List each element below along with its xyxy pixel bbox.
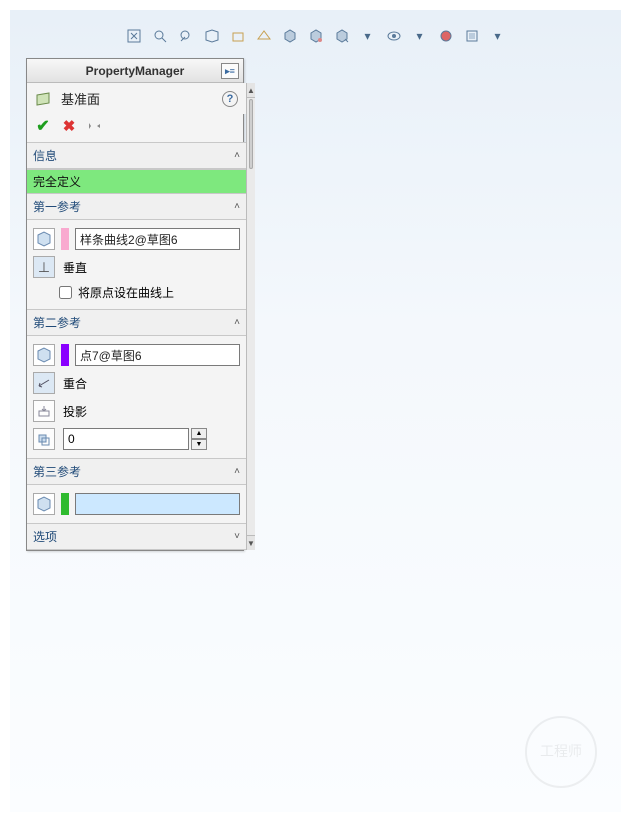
watermark: 工程师	[525, 716, 597, 788]
section-ref1-body: ⊥ 垂直 将原点设在曲线上	[27, 220, 246, 309]
zoom-area-icon[interactable]	[150, 26, 170, 46]
action-row: ✔ ✖	[27, 114, 246, 142]
origin-on-curve-checkbox[interactable]	[59, 286, 72, 299]
panel-scrollbar[interactable]: ▲ ▼	[246, 83, 255, 550]
ref2-constraint1-label: 重合	[63, 375, 87, 392]
section-ref3-header[interactable]: 第三参考˄	[27, 458, 246, 485]
cube2-icon[interactable]	[306, 26, 326, 46]
ref1-color-swatch	[61, 228, 69, 250]
hide-show-icon[interactable]	[384, 26, 404, 46]
section-ref2-body: 重合 投影 ▲ ▼	[27, 336, 246, 458]
section-info-header[interactable]: 信息˄	[27, 142, 246, 169]
ref2-input[interactable]	[75, 344, 240, 366]
cube3-icon[interactable]	[332, 26, 352, 46]
property-manager-panel: PropertyManager ▸≡ 基准面 ? ✔ ✖ 信息˄ 完全定义	[26, 58, 244, 551]
feature-name: 基准面	[61, 89, 100, 108]
offset-input[interactable]	[63, 428, 189, 450]
view-orient-icon[interactable]	[228, 26, 248, 46]
pin-button[interactable]	[87, 118, 103, 134]
heads-up-toolbar: ▾ ▾ ▾	[10, 24, 621, 52]
status-fully-defined: 完全定义	[27, 169, 246, 193]
ref3-color-swatch	[61, 493, 69, 515]
ref2-color-swatch	[61, 344, 69, 366]
viewport[interactable]: ▾ ▾ ▾ PropertyManager ▸≡ 基准面 ? ✔ ✖	[10, 10, 621, 812]
pm-title-bar: PropertyManager ▸≡	[27, 59, 243, 83]
appearance-icon[interactable]	[436, 26, 456, 46]
prev-view-icon[interactable]	[176, 26, 196, 46]
scene-icon[interactable]	[462, 26, 482, 46]
scroll-up-button[interactable]: ▲	[247, 83, 255, 98]
pm-expand-button[interactable]: ▸≡	[221, 63, 239, 79]
offset-icon[interactable]	[33, 428, 55, 450]
ok-button[interactable]: ✔	[35, 118, 51, 134]
cube-icon[interactable]	[280, 26, 300, 46]
normal-arrow[interactable]	[364, 450, 376, 476]
ref1-constraint-label: 垂直	[63, 259, 87, 276]
pm-title: PropertyManager	[86, 64, 185, 78]
spin-up-button[interactable]: ▲	[191, 428, 207, 439]
spin-down-button[interactable]: ▼	[191, 439, 207, 450]
chevron-down-icon[interactable]: ▾	[410, 26, 430, 46]
offset-spinner: ▲ ▼	[63, 428, 207, 450]
feature-title-row: 基准面 ?	[27, 83, 246, 114]
section-ref3-body	[27, 485, 246, 523]
spline-handle-1[interactable]	[318, 680, 326, 688]
origin-on-curve-label: 将原点设在曲线上	[78, 284, 174, 301]
chevron-down-icon[interactable]: ▾	[358, 26, 378, 46]
coincident-icon[interactable]	[33, 372, 55, 394]
ref2-constraint2-label: 投影	[63, 403, 87, 420]
plane-icon	[35, 91, 53, 107]
scroll-down-button[interactable]: ▼	[247, 535, 255, 550]
cancel-button[interactable]: ✖	[61, 118, 77, 134]
display-style-icon[interactable]	[254, 26, 274, 46]
preview-plane	[260, 468, 540, 528]
section-ref2-header[interactable]: 第二参考˄	[27, 309, 246, 336]
spline-handle-2[interactable]	[401, 682, 409, 690]
help-button[interactable]: ?	[222, 91, 238, 107]
zoom-fit-icon[interactable]	[124, 26, 144, 46]
origin-point[interactable]	[365, 473, 375, 483]
ref-entity-icon[interactable]	[33, 228, 55, 250]
ref-entity-icon[interactable]	[33, 493, 55, 515]
section-options-header[interactable]: 选项˅	[27, 523, 246, 550]
scroll-thumb[interactable]	[249, 99, 253, 169]
spline-curve	[322, 450, 405, 686]
section-ref1-header[interactable]: 第一参考˄	[27, 193, 246, 220]
ref1-input[interactable]	[75, 228, 240, 250]
section-view-icon[interactable]	[202, 26, 222, 46]
ref-entity-icon[interactable]	[33, 344, 55, 366]
ref3-input[interactable]	[75, 493, 240, 515]
chevron-down-icon[interactable]: ▾	[488, 26, 508, 46]
perpendicular-icon[interactable]: ⊥	[33, 256, 55, 278]
project-icon[interactable]	[33, 400, 55, 422]
